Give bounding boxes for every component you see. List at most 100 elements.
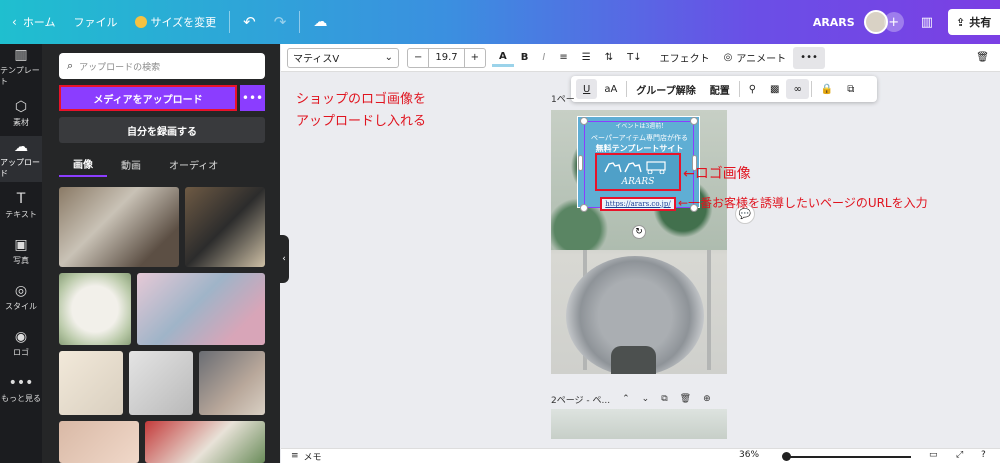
zoom-slider-handle[interactable] [782, 452, 791, 461]
effects-button[interactable]: エフェクト [653, 47, 717, 69]
fullscreen-icon[interactable]: ⤢ [956, 450, 963, 460]
rail-label: テンプレート [0, 66, 40, 86]
add-page-icon[interactable]: ⊕ [703, 394, 711, 404]
upload-options-button[interactable]: ••• [240, 85, 265, 111]
spacing-icon[interactable]: ⇅ [598, 47, 620, 69]
ungroup-button[interactable]: グループ解除 [629, 79, 702, 99]
align-center-icon[interactable]: ≡ [552, 47, 574, 69]
crown-icon [135, 16, 148, 28]
rail-item-logos[interactable]: ◉ ロゴ [0, 320, 42, 366]
annotation-line: ショップのロゴ画像を [296, 92, 427, 107]
italic-icon[interactable]: I [535, 47, 552, 69]
tab-videos[interactable]: 動画 [107, 151, 155, 177]
url-text[interactable]: https://arars.co.jp/ [600, 197, 676, 211]
upload-thumbnail[interactable] [59, 421, 139, 463]
uploads-panel: ⌕ アップロードの検索 メディアをアップロード ••• 自分を録画する 画像 動… [42, 44, 280, 463]
text-case-button[interactable]: aA [597, 79, 624, 99]
zoom-slider[interactable] [786, 456, 911, 458]
logo-image[interactable]: ARARS [595, 153, 681, 191]
transparency-icon[interactable]: ▩ [763, 79, 786, 99]
font-size-stepper[interactable]: − 19.7 + [407, 47, 487, 68]
notes-button[interactable]: メモ [304, 450, 322, 463]
delete-page-icon[interactable]: 🗑 [680, 394, 691, 404]
text-color-icon[interactable]: A [492, 49, 514, 67]
project-name[interactable]: ARARS [804, 0, 864, 44]
upload-media-button[interactable]: メディアをアップロード [59, 85, 237, 111]
font-selector[interactable]: マティスV ⌄ [287, 47, 399, 68]
increase-size-button[interactable]: + [465, 52, 485, 63]
redo-icon[interactable]: ↷ [265, 0, 296, 44]
napkin-image [611, 346, 656, 374]
rail-item-photos[interactable]: ▣ 写真 [0, 228, 42, 274]
link-icon[interactable]: ∞ [786, 79, 809, 99]
animate-label: アニメート [736, 54, 787, 65]
tab-audio[interactable]: オーディオ [155, 151, 232, 177]
back-home-button[interactable]: ‹ ホーム [0, 0, 64, 44]
upload-thumbnail[interactable] [59, 351, 123, 415]
duplicate-icon[interactable]: ⧉ [840, 79, 861, 99]
resize-handle[interactable] [690, 117, 698, 125]
template-icon: ▥ [14, 47, 28, 63]
copy-style-icon[interactable]: ⚲ [742, 79, 763, 99]
decrease-size-button[interactable]: − [408, 52, 428, 63]
rail-label: 素材 [13, 117, 29, 127]
rail-item-more[interactable]: ••• もっと見る [0, 366, 42, 412]
cloud-upload-icon: ☁ [14, 139, 28, 155]
cloud-saved-icon[interactable]: ☁ [304, 0, 336, 44]
bold-icon[interactable]: B [514, 47, 536, 69]
resize-handle[interactable] [578, 155, 583, 171]
rotate-icon[interactable]: ↻ [632, 225, 646, 239]
upload-thumbnail[interactable] [145, 421, 265, 463]
page-view-icon[interactable]: ▭ [929, 450, 938, 460]
rail-item-elements[interactable]: ⬡ 素材 [0, 90, 42, 136]
search-input[interactable]: ⌕ アップロードの検索 [59, 53, 265, 79]
more-options-button[interactable]: ••• [793, 46, 825, 69]
upload-thumbnail[interactable] [129, 351, 193, 415]
upload-thumbnail[interactable] [185, 187, 265, 267]
collapse-panel-button[interactable]: ‹ [279, 235, 289, 283]
vertical-text-icon[interactable]: T↓ [620, 47, 649, 69]
chevron-down-icon: ⌄ [384, 52, 393, 63]
duplicate-page-icon[interactable]: ⧉ [661, 394, 667, 404]
font-size-value[interactable]: 19.7 [428, 48, 465, 67]
upload-share-icon: ⇪ [956, 15, 966, 29]
divider [738, 81, 740, 97]
zoom-value[interactable]: 36% [739, 450, 759, 460]
notes-icon[interactable]: ≡ [291, 451, 299, 461]
add-collaborator-icon[interactable]: + [883, 12, 904, 32]
upload-thumbnail[interactable] [137, 273, 265, 345]
list-icon[interactable]: ☰ [575, 47, 598, 69]
share-button[interactable]: ⇪ 共有 [948, 9, 1000, 35]
chevron-up-icon[interactable]: ⌃ [622, 394, 630, 404]
design-page-2[interactable] [551, 409, 727, 439]
upload-thumbnail[interactable] [199, 351, 265, 415]
page-2-label[interactable]: 2ページ - ペ... [551, 393, 610, 406]
share-label: 共有 [969, 16, 992, 29]
file-menu[interactable]: ファイル [64, 0, 126, 44]
insights-icon[interactable]: ▥ [912, 0, 942, 44]
trash-icon[interactable]: 🗑 [969, 47, 996, 69]
underline-icon[interactable]: U [576, 79, 598, 99]
search-placeholder: アップロードの検索 [79, 62, 161, 73]
help-icon[interactable]: ? [981, 450, 986, 460]
resize-handle[interactable] [580, 117, 588, 125]
rail-item-styles[interactable]: ◎ スタイル [0, 274, 42, 320]
rail-item-uploads[interactable]: ☁ アップロード [0, 136, 42, 182]
chevron-down-icon[interactable]: ⌄ [642, 394, 650, 404]
logo-icon: ◉ [14, 328, 28, 345]
record-yourself-button[interactable]: 自分を録画する [59, 117, 265, 143]
position-button[interactable]: 配置 [703, 79, 737, 99]
resize-button[interactable]: サイズを変更 [126, 0, 225, 44]
rail-item-text[interactable]: T テキスト [0, 182, 42, 228]
upload-thumbnail[interactable] [59, 187, 179, 267]
resize-handle[interactable] [580, 204, 588, 212]
animate-button[interactable]: ◎ アニメート [717, 47, 794, 69]
rail-label: もっと見る [1, 393, 41, 403]
page-1-label[interactable]: 1ペー [551, 92, 575, 105]
sidebar-rail: ▥ テンプレート ⬡ 素材 ☁ アップロード T テキスト ▣ 写真 ◎ スタイ… [0, 44, 42, 463]
undo-icon[interactable]: ↶ [234, 0, 265, 44]
rail-item-templates[interactable]: ▥ テンプレート [0, 44, 42, 90]
upload-thumbnail[interactable] [59, 273, 131, 345]
lock-icon[interactable]: 🔒 [814, 79, 840, 99]
tab-images[interactable]: 画像 [59, 151, 107, 177]
